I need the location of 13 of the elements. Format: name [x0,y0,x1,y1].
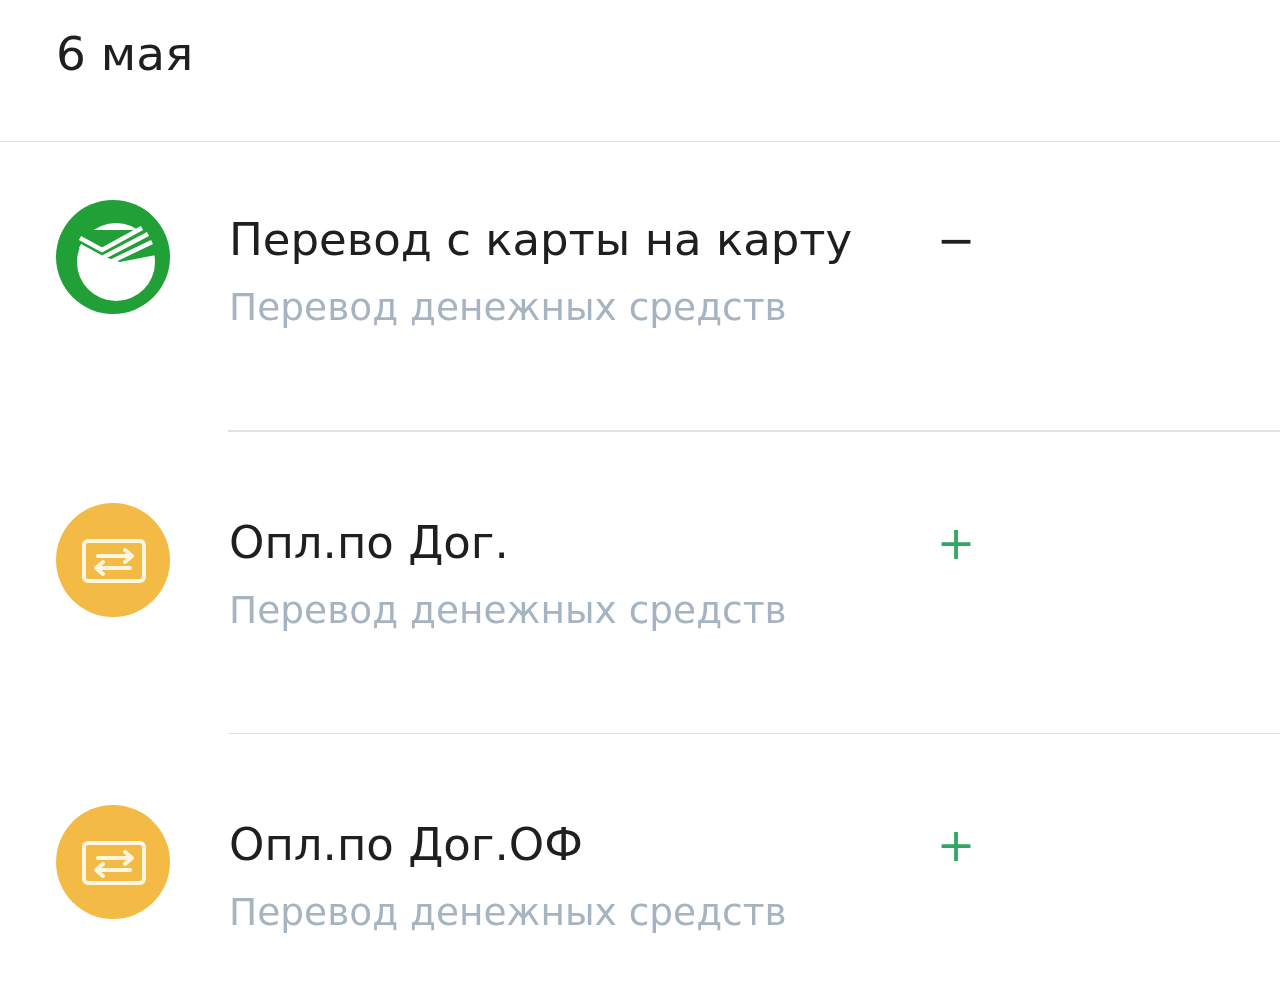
transaction-category: Перевод денежных средств [229,284,787,330]
transaction-title: Опл.по Дог. [229,516,509,569]
transfer-arrows-icon [56,805,170,919]
bank-logo-icon [56,200,170,314]
transaction-category: Перевод денежных средств [229,889,787,935]
amount-sign: + [936,516,976,569]
transaction-title: Опл.по Дог.ОФ [229,819,583,871]
transaction-category: Перевод денежных средств [229,586,787,633]
transfer-arrows-icon [56,502,170,617]
date-heading: 6 мая [56,25,194,83]
amount-sign: + [936,819,976,871]
transaction-title: Перевод с карты на карту [229,214,853,266]
amount-sign: − [936,214,976,266]
